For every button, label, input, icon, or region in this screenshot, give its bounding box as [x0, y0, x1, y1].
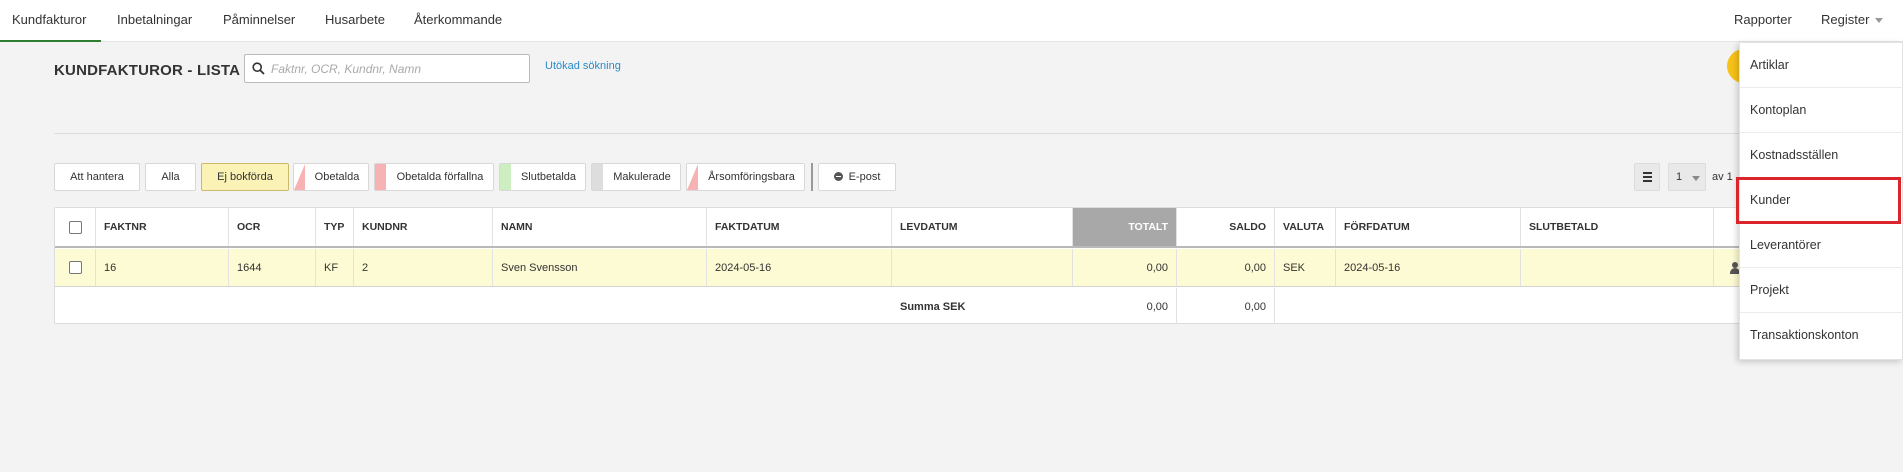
col-faktnr[interactable]: FAKTNR: [96, 208, 229, 246]
filter-arsomforingsbara-button[interactable]: Årsomföringsbara: [686, 163, 805, 191]
register-label: Register: [1821, 12, 1870, 27]
chevron-down-icon: [1692, 176, 1700, 181]
col-faktdatum[interactable]: FAKTDATUM: [707, 208, 892, 246]
tab-husarbete[interactable]: Husarbete: [325, 0, 385, 42]
tab-aterkommande[interactable]: Återkommande: [414, 0, 502, 42]
list-view-button[interactable]: [1634, 163, 1660, 191]
invoice-table: FAKTNR OCR TYP KUNDNR NAMN FAKTDATUM LEV…: [54, 207, 1754, 324]
triangle-marker-icon: [294, 164, 305, 190]
filter-obetalda-forfallna-button[interactable]: Obetalda förfallna: [374, 163, 494, 191]
menu-item-artiklar[interactable]: Artiklar: [1740, 43, 1903, 88]
color-marker: [375, 164, 386, 190]
col-levdatum[interactable]: LEVDATUM: [892, 208, 1073, 246]
color-marker: [500, 164, 511, 190]
chevron-down-icon: [1875, 18, 1884, 24]
menu-item-transaktionskonton[interactable]: Transaktionskonton: [1740, 313, 1903, 358]
menu-item-kostnadsstallen[interactable]: Kostnadsställen: [1740, 133, 1903, 178]
rapporter-link[interactable]: Rapporter: [1734, 0, 1792, 42]
toolbar-separator: [811, 163, 813, 191]
col-forfdatum[interactable]: FÖRFDATUM: [1336, 208, 1521, 246]
select-all-cell: [55, 208, 96, 246]
col-typ[interactable]: TYP: [316, 208, 354, 246]
page-select[interactable]: 1: [1668, 163, 1706, 191]
cell-kundnr: 2: [354, 249, 493, 286]
advanced-search-link[interactable]: Utökad sökning: [545, 60, 621, 72]
cell-valuta: SEK: [1275, 249, 1336, 286]
cell-namn: Sven Svensson: [493, 249, 707, 286]
menu-item-projekt[interactable]: Projekt: [1740, 268, 1903, 313]
col-namn[interactable]: NAMN: [493, 208, 707, 246]
register-dropdown-menu: Artiklar Kontoplan Kostnadsställen Kunde…: [1739, 42, 1903, 360]
top-navigation: Kundfakturor Inbetalningar Påminnelser H…: [0, 0, 1903, 42]
tab-paminnelser[interactable]: Påminnelser: [223, 0, 295, 42]
cell-saldo: 0,00: [1177, 249, 1275, 286]
sum-label: Summa SEK: [900, 300, 966, 313]
table-row[interactable]: 16 1644 KF 2 Sven Svensson 2024-05-16 0,…: [55, 249, 1753, 287]
filter-ej-bokforda-button[interactable]: Ej bokförda: [201, 163, 289, 191]
row-checkbox[interactable]: [68, 261, 82, 274]
cell-faktnr: 16: [96, 249, 229, 286]
menu-item-kontoplan[interactable]: Kontoplan: [1740, 88, 1903, 133]
col-ocr[interactable]: OCR: [229, 208, 316, 246]
select-all-checkbox[interactable]: [68, 220, 82, 234]
plus-circle-icon: [833, 172, 843, 181]
filter-alla-button[interactable]: Alla: [145, 163, 196, 191]
menu-item-leverantorer[interactable]: Leverantörer: [1740, 223, 1903, 268]
filter-slutbetalda-button[interactable]: Slutbetalda: [499, 163, 586, 191]
cell-slutbetald: [1521, 249, 1714, 286]
col-kundnr[interactable]: KUNDNR: [354, 208, 493, 246]
register-menu-button[interactable]: Register: [1821, 0, 1884, 42]
cell-forfdatum: 2024-05-16: [1336, 249, 1521, 286]
search-input[interactable]: [271, 58, 521, 79]
filter-label: Obetalda förfallna: [396, 171, 484, 183]
epost-button[interactable]: E-post: [818, 163, 896, 191]
col-valuta[interactable]: VALUTA: [1275, 208, 1336, 246]
cell-totalt: 0,00: [1073, 249, 1177, 286]
cell-ocr: 1644: [229, 249, 316, 286]
menu-item-kunder[interactable]: Kunder: [1740, 178, 1903, 223]
col-slutbetald[interactable]: SLUTBETALD: [1521, 208, 1714, 246]
page-number: 1: [1676, 171, 1683, 183]
sum-totalt: 0,00: [1073, 288, 1177, 323]
color-marker: [592, 164, 603, 190]
filter-makulerade-button[interactable]: Makulerade: [591, 163, 681, 191]
search-icon: [252, 62, 265, 75]
divider: [54, 133, 1754, 134]
filter-label: Makulerade: [613, 171, 671, 183]
sum-row: Summa SEK 0,00 0,00: [55, 288, 1753, 323]
sum-saldo: 0,00: [1177, 288, 1275, 323]
search-box[interactable]: [244, 54, 530, 83]
filter-label: Obetalda: [314, 171, 360, 183]
page-count: av 1: [1712, 171, 1733, 183]
filter-obetalda-button[interactable]: Obetalda: [293, 163, 369, 191]
cell-faktdatum: 2024-05-16: [707, 249, 892, 286]
cell-levdatum: [892, 249, 1073, 286]
page-title: KUNDFAKTUROR - LISTA: [54, 62, 241, 79]
triangle-marker-icon: [687, 164, 698, 190]
table-header: FAKTNR OCR TYP KUNDNR NAMN FAKTDATUM LEV…: [55, 208, 1753, 248]
col-saldo[interactable]: SALDO: [1177, 208, 1275, 246]
epost-label: E-post: [848, 171, 881, 183]
filter-label: Årsomföringsbara: [708, 171, 795, 183]
cell-typ: KF: [316, 249, 354, 286]
tab-kundfakturor[interactable]: Kundfakturor: [0, 0, 101, 42]
filter-att-hantera-button[interactable]: Att hantera: [54, 163, 140, 191]
col-totalt[interactable]: TOTALT: [1073, 208, 1177, 246]
filter-label: Slutbetalda: [520, 171, 577, 183]
tab-inbetalningar[interactable]: Inbetalningar: [117, 0, 192, 42]
row-select-cell: [55, 249, 96, 286]
